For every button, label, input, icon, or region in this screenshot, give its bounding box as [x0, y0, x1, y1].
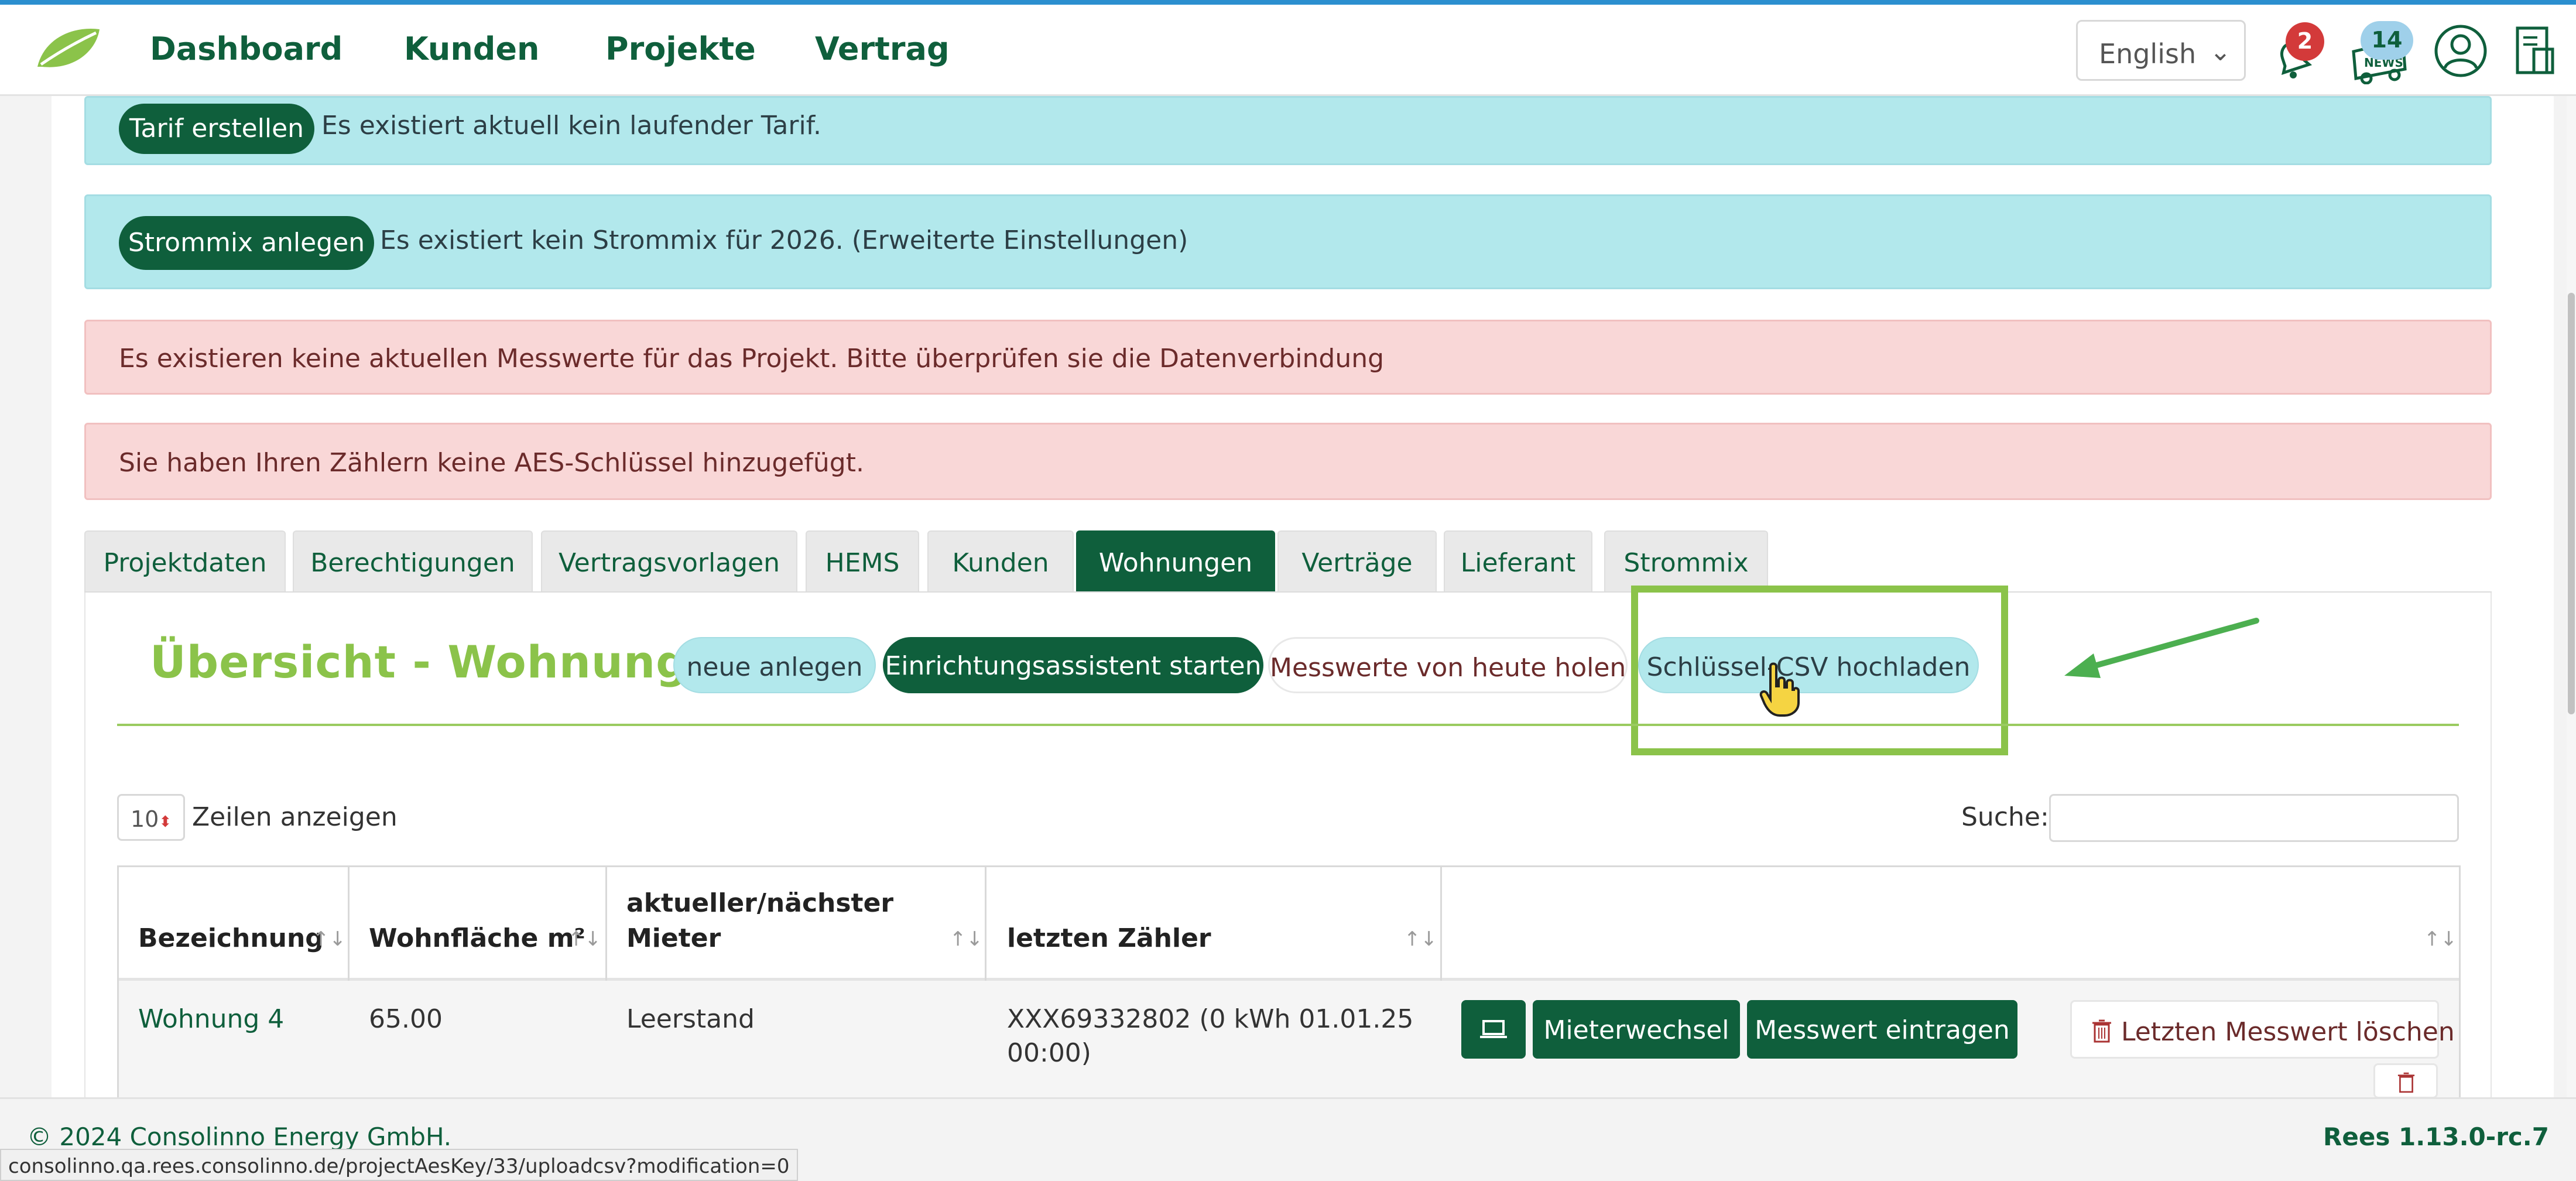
news-badge: 14: [2361, 21, 2413, 60]
sort-icon[interactable]: ↑↓: [2424, 927, 2457, 951]
table-col-border: [2459, 865, 2461, 1100]
alert-tarif-text: Es existiert aktuell kein laufender Tari…: [321, 111, 821, 141]
enter-reading-button[interactable]: Messwert eintragen: [1747, 1000, 2017, 1059]
laptop-icon: [1480, 1020, 1507, 1038]
sort-icon[interactable]: ↑↓: [313, 927, 346, 951]
alert-aes-text: Sie haben Ihren Zählern keine AES-Schlüs…: [119, 448, 864, 478]
language-select[interactable]: English ⌄: [2076, 20, 2246, 81]
language-value: English: [2099, 38, 2197, 70]
tab-hems[interactable]: HEMS: [806, 530, 919, 593]
nav-projekte[interactable]: Projekte: [605, 30, 756, 67]
trash-icon: [2397, 1072, 2415, 1093]
col-header-mieter-line2[interactable]: Mieter: [626, 920, 721, 957]
leaf-logo-icon[interactable]: [33, 26, 103, 73]
sort-arrows-icon: ⬍: [159, 813, 172, 831]
search-input[interactable]: [2049, 794, 2459, 842]
delete-last-reading-button[interactable]: Letzten Messwert löschen: [2070, 1000, 2455, 1059]
top-accent-line: [0, 0, 2576, 5]
search-label: Suche:: [1961, 802, 2049, 832]
trash-icon: [2092, 1019, 2111, 1043]
sort-icon[interactable]: ↑↓: [950, 927, 983, 951]
page-length-value: 10: [131, 806, 159, 832]
col-header-mieter-line1[interactable]: aktueller/nächster: [626, 885, 893, 922]
footer-version: Rees 1.13.0-rc.7: [2323, 1122, 2549, 1151]
alert-aes: Sie haben Ihren Zählern keine AES-Schlüs…: [84, 423, 2492, 500]
highlight-box: [1631, 586, 2008, 755]
tab-projektdaten[interactable]: Projektdaten: [84, 530, 286, 593]
col-header-zaehler[interactable]: letzten Zähler: [1007, 920, 1211, 957]
tab-strommix[interactable]: Strommix: [1604, 530, 1768, 593]
status-bar-url: consolinno.qa.rees.consolinno.de/project…: [0, 1149, 798, 1181]
cell-zaehler-line1: XXX69332802 (0 kWh 01.01.25: [1007, 1004, 1414, 1034]
nav-dashboard[interactable]: Dashboard: [150, 30, 342, 67]
tab-vertragsvorlagen[interactable]: Vertragsvorlagen: [541, 530, 797, 593]
sort-icon[interactable]: ↑↓: [568, 927, 601, 951]
title-divider: [117, 724, 2459, 726]
notifications-badge: 2: [2286, 22, 2324, 61]
alert-strommix: Strommix anlegen Es existiert kein Strom…: [84, 194, 2492, 289]
document-building-icon[interactable]: [2514, 26, 2556, 76]
delete-last-reading-label: Letzten Messwert löschen: [2121, 1017, 2455, 1047]
alert-messwerte: Es existieren keine aktuellen Messwerte …: [84, 320, 2492, 395]
page-length-label: Zeilen anzeigen: [192, 802, 398, 832]
tab-wohnungen[interactable]: Wohnungen: [1076, 530, 1275, 593]
page-title: Übersicht - Wohnungen: [150, 636, 752, 688]
tarif-create-button[interactable]: Tarif erstellen: [119, 104, 314, 154]
col-header-wohnflaeche[interactable]: Wohnfläche m²: [369, 920, 585, 957]
page-scrollbar-thumb[interactable]: [2568, 293, 2575, 714]
cell-mieter: Leerstand: [626, 1004, 755, 1034]
tab-berechtigungen[interactable]: Berechtigungen: [293, 530, 533, 593]
footer-copyright: © 2024 Consolinno Energy GmbH.: [27, 1122, 452, 1151]
delete-button[interactable]: [2373, 1063, 2438, 1098]
tab-lieferant[interactable]: Lieferant: [1444, 530, 1592, 593]
cell-zaehler-line2: 00:00): [1007, 1038, 1091, 1068]
cell-bezeichnung-link[interactable]: Wohnung 4: [138, 1002, 284, 1036]
annotation-arrow-icon: [2064, 618, 2259, 678]
alert-strommix-text: Es existiert kein Strommix für 2026. (Er…: [380, 225, 1188, 255]
cell-wohnflaeche: 65.00: [369, 1004, 443, 1034]
user-profile-icon[interactable]: [2433, 23, 2488, 78]
tab-kunden[interactable]: Kunden: [927, 530, 1074, 593]
laptop-button[interactable]: [1461, 1000, 1526, 1059]
strommix-create-button[interactable]: Strommix anlegen: [119, 216, 374, 270]
top-navbar: Dashboard Kunden Projekte Vertrag Englis…: [0, 5, 2576, 96]
sort-icon[interactable]: ↑↓: [1404, 927, 1437, 951]
col-header-bezeichnung[interactable]: Bezeichnung: [138, 920, 324, 957]
page-length-select[interactable]: 10⬍: [117, 794, 185, 841]
chevron-down-icon: ⌄: [2210, 37, 2231, 67]
fetch-readings-button[interactable]: Messwerte von heute holen: [1268, 637, 1628, 693]
alert-tarif: Tarif erstellen Es existiert aktuell kei…: [84, 96, 2492, 165]
tenant-change-button[interactable]: Mieterwechsel: [1533, 1000, 1740, 1059]
nav-vertrag[interactable]: Vertrag: [815, 30, 950, 67]
setup-wizard-button[interactable]: Einrichtungsassistent starten: [883, 637, 1263, 693]
new-apartment-button[interactable]: neue anlegen: [673, 637, 876, 693]
hand-cursor-icon: [1759, 662, 1800, 717]
alert-messwerte-text: Es existieren keine aktuellen Messwerte …: [119, 344, 1385, 374]
nav-kunden[interactable]: Kunden: [404, 30, 540, 67]
tab-vertraege[interactable]: Verträge: [1277, 530, 1437, 593]
table-top-border: [117, 865, 2460, 867]
